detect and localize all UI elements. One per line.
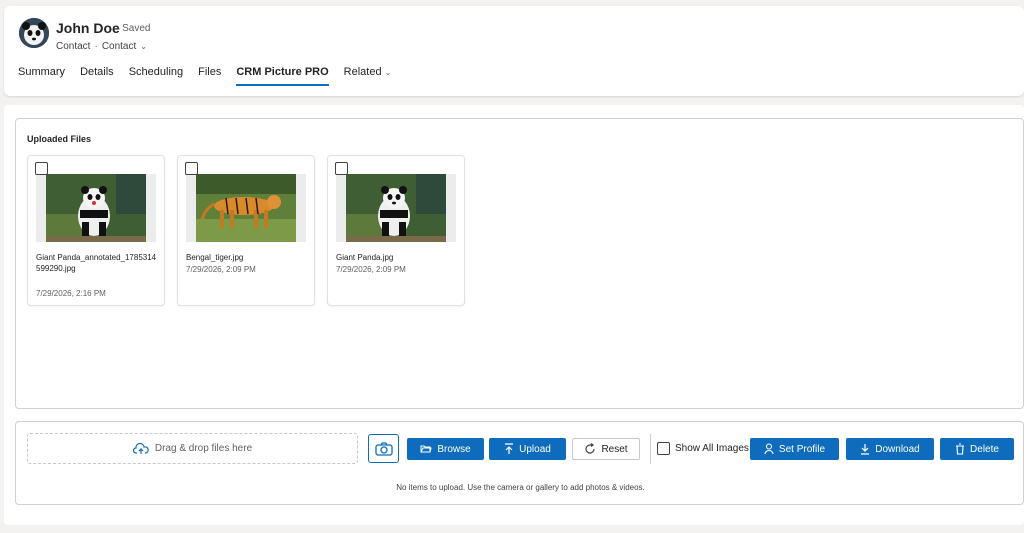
file-name: Giant Panda.jpg <box>336 253 394 262</box>
entity-row: Contact · Contact ⌄ <box>56 41 147 52</box>
file-card[interactable]: Giant Panda_annotated_1785314599290.jpg … <box>27 155 165 306</box>
download-icon <box>860 443 870 455</box>
dropzone[interactable]: Drag & drop files here <box>27 433 358 464</box>
separator: · <box>94 41 98 52</box>
reset-icon <box>584 443 596 455</box>
set-profile-label: Set Profile <box>778 443 826 455</box>
file-checkbox[interactable] <box>35 162 48 175</box>
download-label: Download <box>875 443 920 455</box>
file-checkbox[interactable] <box>335 162 348 175</box>
panda-thumbnail[interactable] <box>336 174 456 242</box>
show-all-images-toggle[interactable]: Show All Images <box>657 442 749 455</box>
reset-label: Reset <box>601 443 628 455</box>
download-button[interactable]: Download <box>846 438 934 460</box>
tab-related[interactable]: Related ⌄ <box>344 64 392 86</box>
camera-button[interactable] <box>368 434 399 463</box>
chevron-down-icon[interactable]: ⌄ <box>140 42 147 51</box>
camera-icon <box>374 441 393 456</box>
tab-crm-picture-pro[interactable]: CRM Picture PRO <box>236 64 329 86</box>
tab-files[interactable]: Files <box>198 64 221 86</box>
picture-panel: Uploaded Files Giant Panda_annotated_178… <box>4 105 1024 525</box>
person-icon <box>764 443 774 455</box>
show-all-checkbox[interactable] <box>657 442 670 455</box>
file-date: 7/29/2026, 2:09 PM <box>336 265 406 274</box>
browse-button[interactable]: Browse <box>407 438 484 460</box>
delete-button[interactable]: Delete <box>940 438 1014 460</box>
folder-open-icon <box>420 444 432 454</box>
file-date: 7/29/2026, 2:16 PM <box>36 289 106 298</box>
delete-label: Delete <box>970 443 999 455</box>
set-profile-button[interactable]: Set Profile <box>750 438 839 460</box>
dropzone-label: Drag & drop files here <box>154 443 253 454</box>
reset-button[interactable]: Reset <box>572 438 640 460</box>
record-name: John Doe <box>56 20 120 36</box>
section-title: Uploaded Files <box>27 134 92 144</box>
uploaded-files-section: Uploaded Files Giant Panda_annotated_178… <box>15 118 1024 409</box>
file-card[interactable]: Bengal_tiger.jpg 7/29/2026, 2:09 PM <box>177 155 315 306</box>
file-card[interactable]: Giant Panda.jpg 7/29/2026, 2:09 PM <box>327 155 465 306</box>
tiger-thumbnail[interactable] <box>186 174 306 242</box>
file-name: Giant Panda_annotated_1785314599290.jpg <box>36 253 157 273</box>
upload-icon <box>504 443 514 455</box>
upload-button[interactable]: Upload <box>489 438 566 460</box>
avatar[interactable] <box>19 18 49 48</box>
upload-label: Upload <box>519 443 551 455</box>
upload-toolbar: Drag & drop files here Browse Upload Res… <box>15 421 1024 505</box>
tab-bar: Summary Details Scheduling Files CRM Pic… <box>18 64 406 86</box>
file-card-list: Giant Panda_annotated_1785314599290.jpg … <box>27 155 465 306</box>
record-header: John Doe - Saved Contact · Contact ⌄ Sum… <box>4 6 1024 96</box>
entity-type: Contact <box>56 41 91 52</box>
save-status: - Saved <box>116 23 151 34</box>
tab-details[interactable]: Details <box>80 64 114 86</box>
panda-thumbnail[interactable] <box>36 174 156 242</box>
file-date: 7/29/2026, 2:09 PM <box>186 265 256 274</box>
upload-hint: No items to upload. Use the camera or ga… <box>396 483 645 492</box>
file-name: Bengal_tiger.jpg <box>186 253 244 262</box>
form-selector[interactable]: Contact <box>102 41 136 52</box>
trash-icon <box>955 443 965 455</box>
chevron-down-icon: ⌄ <box>384 68 392 77</box>
toolbar-divider <box>650 434 651 464</box>
cloud-upload-icon <box>132 442 149 455</box>
browse-label: Browse <box>437 443 471 455</box>
tab-related-label: Related <box>343 66 382 78</box>
file-checkbox[interactable] <box>185 162 198 175</box>
tab-scheduling[interactable]: Scheduling <box>129 64 183 86</box>
tab-summary[interactable]: Summary <box>18 64 65 86</box>
show-all-label: Show All Images <box>675 443 749 454</box>
